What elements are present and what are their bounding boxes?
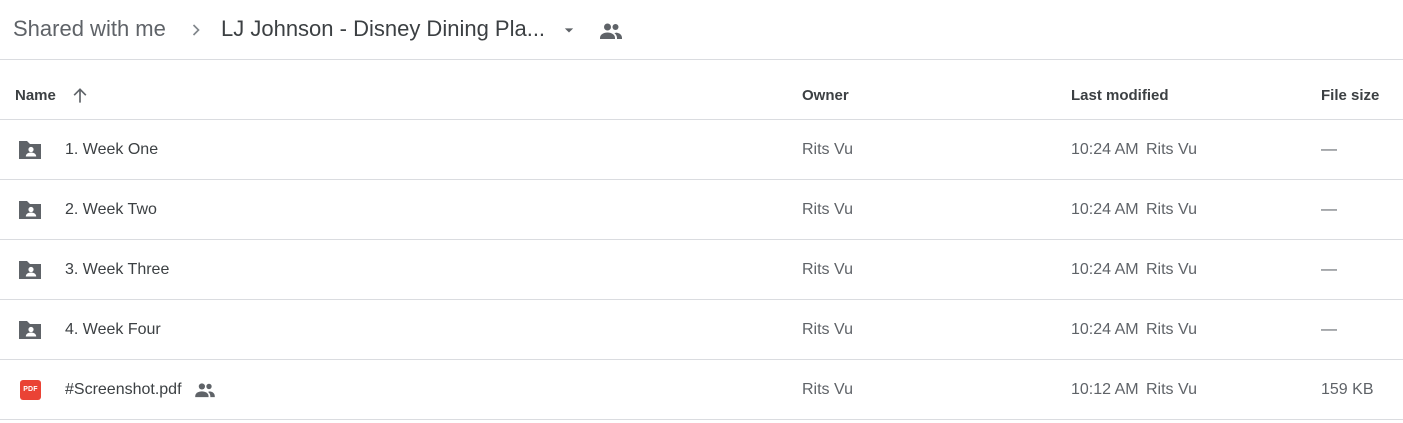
- people-icon: [195, 383, 215, 398]
- file-modified-by: Rits Vu: [1146, 381, 1197, 398]
- shared-folder-icon: [19, 141, 41, 159]
- file-owner: Rits Vu: [802, 381, 853, 398]
- file-modified-time: 10:24 AM: [1071, 321, 1139, 338]
- file-modified-by: Rits Vu: [1146, 321, 1197, 338]
- file-list: 1. Week One Rits Vu 10:24 AM Rits Vu — 2…: [0, 120, 1403, 420]
- table-row[interactable]: 2. Week Two Rits Vu 10:24 AM Rits Vu —: [0, 180, 1403, 240]
- file-owner: Rits Vu: [802, 261, 853, 278]
- file-size: —: [1321, 141, 1337, 158]
- file-name: 2. Week Two: [65, 201, 157, 218]
- file-size: —: [1321, 201, 1337, 218]
- file-modified-time: 10:24 AM: [1071, 141, 1139, 158]
- shared-folder-icon: [19, 321, 41, 339]
- table-row[interactable]: 3. Week Three Rits Vu 10:24 AM Rits Vu —: [0, 240, 1403, 300]
- file-modified-time: 10:12 AM: [1071, 381, 1139, 398]
- breadcrumb-current-folder[interactable]: LJ Johnson - Disney Dining Pla...: [221, 16, 545, 42]
- file-name: 4. Week Four: [65, 321, 161, 338]
- column-header-owner: Owner: [802, 87, 849, 104]
- column-header-file-size[interactable]: File size: [1321, 87, 1379, 104]
- column-header-name[interactable]: Name: [15, 87, 56, 104]
- column-header-last-modified[interactable]: Last modified: [1071, 87, 1169, 104]
- table-row[interactable]: PDF #Screenshot.pdf Rits Vu 10:12 AM Rit…: [0, 360, 1403, 420]
- arrow-upward-icon[interactable]: [70, 86, 90, 106]
- file-modified-time: 10:24 AM: [1071, 261, 1139, 278]
- breadcrumb-shared-with-me[interactable]: Shared with me: [13, 16, 166, 42]
- file-name: #Screenshot.pdf: [65, 381, 182, 398]
- file-size: 159 KB: [1321, 381, 1374, 398]
- people-icon: [600, 23, 622, 39]
- file-name: 1. Week One: [65, 141, 159, 158]
- file-modified-by: Rits Vu: [1146, 141, 1197, 158]
- table-row[interactable]: 4. Week Four Rits Vu 10:24 AM Rits Vu —: [0, 300, 1403, 360]
- column-header-row: Name Owner Last modified File size: [0, 60, 1403, 120]
- file-modified-by: Rits Vu: [1146, 201, 1197, 218]
- pdf-file-icon: PDF: [20, 380, 41, 400]
- breadcrumb: Shared with me LJ Johnson - Disney Dinin…: [0, 0, 1403, 60]
- arrow-drop-down-icon[interactable]: [559, 20, 579, 40]
- shared-folder-icon: [19, 201, 41, 219]
- file-size: —: [1321, 321, 1337, 338]
- table-row[interactable]: 1. Week One Rits Vu 10:24 AM Rits Vu —: [0, 120, 1403, 180]
- shared-folder-icon: [19, 261, 41, 279]
- file-owner: Rits Vu: [802, 141, 853, 158]
- file-size: —: [1321, 261, 1337, 278]
- file-modified-by: Rits Vu: [1146, 261, 1197, 278]
- chevron-right-icon: [192, 24, 200, 36]
- file-owner: Rits Vu: [802, 321, 853, 338]
- file-name: 3. Week Three: [65, 261, 170, 278]
- file-owner: Rits Vu: [802, 201, 853, 218]
- file-modified-time: 10:24 AM: [1071, 201, 1139, 218]
